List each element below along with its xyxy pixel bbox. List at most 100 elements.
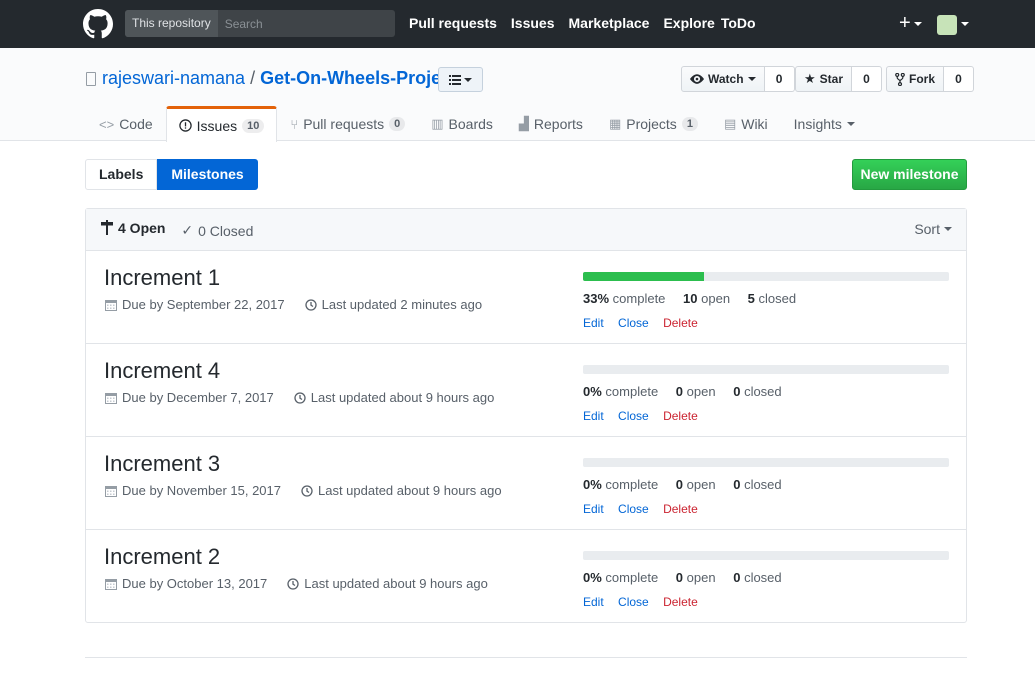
milestone-row: Increment 4 Due by December 7, 2017 Last… [86, 344, 966, 437]
list-icon [449, 74, 461, 85]
complete-label: complete [605, 384, 659, 399]
delete-link[interactable]: Delete [663, 595, 698, 609]
chevron-down-icon[interactable] [961, 22, 969, 26]
avatar[interactable] [937, 15, 957, 35]
nav-explore[interactable]: Explore [663, 15, 714, 31]
closed-filter[interactable]: ✓ 0 Closed [181, 222, 253, 239]
calendar-icon [105, 578, 117, 590]
last-updated: Last updated about 9 hours ago [317, 483, 502, 498]
tab-code[interactable]: <> Code [86, 106, 166, 141]
tab-label: Pull requests [303, 116, 385, 132]
edit-link[interactable]: Edit [583, 316, 604, 330]
nav-todo[interactable]: ToDo [721, 15, 756, 31]
milestone-icon [101, 220, 113, 236]
chevron-down-icon [747, 77, 756, 81]
labels-button[interactable]: Labels [85, 159, 158, 190]
footer-divider [85, 657, 967, 658]
global-header: This repository Pull requests Issues Mar… [0, 0, 1035, 48]
closed-label: closed [744, 570, 782, 585]
tab-projects[interactable]: ▦ Projects 1 [596, 106, 711, 141]
repo-menu-button[interactable] [438, 67, 483, 92]
milestone-title[interactable]: Increment 1 [104, 265, 220, 291]
open-filter[interactable]: 4 Open [101, 220, 165, 236]
due-date: Due by December 7, 2017 [122, 390, 274, 405]
delete-link[interactable]: Delete [663, 409, 698, 423]
sort-dropdown[interactable]: Sort [914, 221, 952, 237]
milestone-title[interactable]: Increment 3 [104, 451, 220, 477]
delete-link[interactable]: Delete [663, 316, 698, 330]
tab-label: Code [119, 116, 153, 132]
fork-button[interactable]: Fork [886, 66, 945, 92]
watch-button[interactable]: Watch [681, 66, 765, 92]
tab-pull-requests[interactable]: ⑂ Pull requests 0 [277, 106, 418, 141]
create-new-button[interactable]: + [899, 12, 922, 35]
due-date: Due by September 22, 2017 [122, 297, 285, 312]
repo-nav: <> Code Issues 10 ⑂ Pull requests 0 ▥ Bo… [86, 106, 868, 142]
watch-group: Watch 0 [681, 66, 795, 92]
repo-owner-link[interactable]: rajeswari-namana [102, 68, 245, 89]
watch-count[interactable]: 0 [764, 66, 795, 92]
github-logo-icon[interactable] [83, 9, 113, 39]
tab-label: Insights [793, 116, 842, 132]
close-link[interactable]: Close [618, 316, 649, 330]
check-icon: ✓ [181, 222, 194, 239]
last-updated: Last updated 2 minutes ago [321, 297, 483, 312]
milestone-actions: Edit Close Delete [583, 316, 709, 330]
milestone-meta: Due by October 13, 2017 Last updated abo… [105, 576, 488, 591]
clock-icon [294, 391, 306, 404]
new-milestone-button[interactable]: New milestone [852, 159, 967, 190]
edit-link[interactable]: Edit [583, 409, 604, 423]
tab-wiki[interactable]: ▤ Wiki [711, 106, 781, 141]
tab-insights[interactable]: Insights [781, 106, 868, 141]
clock-icon [301, 484, 313, 497]
percent-complete: 33% [583, 291, 610, 306]
search-input[interactable] [217, 10, 395, 37]
star-icon: ★ [804, 71, 816, 86]
header-nav: Pull requests Issues Marketplace Explore… [409, 15, 756, 31]
nav-marketplace[interactable]: Marketplace [569, 15, 650, 31]
close-link[interactable]: Close [618, 409, 649, 423]
milestone-title[interactable]: Increment 4 [104, 358, 220, 384]
chevron-down-icon [464, 77, 472, 82]
open-label: open [701, 291, 731, 306]
tab-issues[interactable]: Issues 10 [165, 106, 278, 142]
closed-issues-count: 0 [733, 570, 741, 585]
milestones-list: 4 Open ✓ 0 Closed Sort Increment 1 Due b… [85, 208, 967, 623]
fork-count[interactable]: 0 [944, 66, 975, 92]
milestone-actions: Edit Close Delete [583, 409, 709, 423]
edit-link[interactable]: Edit [583, 595, 604, 609]
closed-issues-count: 0 [733, 477, 741, 492]
milestones-button[interactable]: Milestones [157, 159, 258, 190]
reports-icon: ▟ [518, 116, 529, 131]
calendar-icon [105, 299, 117, 311]
nav-pull-requests[interactable]: Pull requests [409, 15, 497, 31]
progress-bar [583, 551, 949, 560]
milestone-stats: 0% complete 0 open 0 closed [583, 570, 796, 585]
tab-reports[interactable]: ▟ Reports [506, 106, 596, 141]
tab-boards[interactable]: ▥ Boards [418, 106, 506, 141]
progress-bar [583, 365, 949, 374]
milestone-row: Increment 3 Due by November 15, 2017 Las… [86, 437, 966, 530]
nav-issues[interactable]: Issues [511, 15, 555, 31]
progress-bar [583, 458, 949, 467]
plus-icon: + [899, 12, 911, 34]
milestone-title[interactable]: Increment 2 [104, 544, 220, 570]
last-updated: Last updated about 9 hours ago [304, 576, 488, 591]
delete-link[interactable]: Delete [663, 502, 698, 516]
repo-name-link[interactable]: Get-On-Wheels-Project [260, 68, 457, 89]
open-issues-count: 0 [675, 477, 684, 492]
milestone-stats: 0% complete 0 open 0 closed [583, 477, 796, 492]
fork-label: Fork [909, 72, 936, 86]
star-button[interactable]: ★ Star [795, 66, 852, 92]
edit-link[interactable]: Edit [583, 502, 604, 516]
wiki-icon: ▤ [723, 116, 737, 131]
search-scope: This repository [125, 10, 218, 37]
open-label: open [686, 570, 716, 585]
projects-counter: 1 [681, 117, 698, 131]
close-link[interactable]: Close [618, 502, 649, 516]
pr-counter: 0 [389, 117, 406, 131]
close-link[interactable]: Close [618, 595, 649, 609]
star-count[interactable]: 0 [852, 66, 882, 92]
tab-label: Reports [533, 116, 583, 132]
tab-label: Issues [196, 117, 238, 134]
